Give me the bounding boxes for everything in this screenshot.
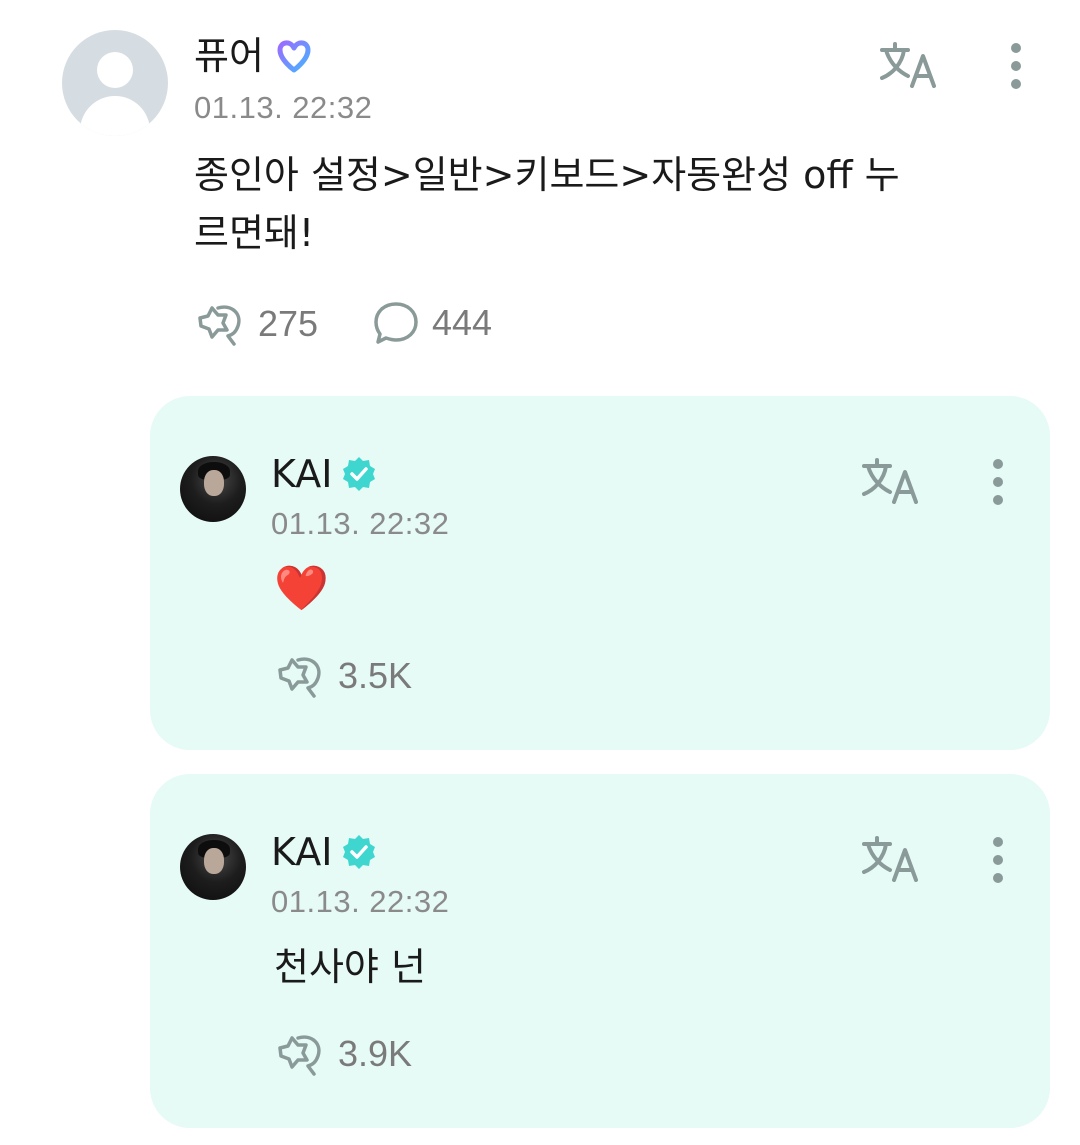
author-name-row: KAI bbox=[271, 452, 378, 496]
reply-timestamp: 01.13. 22:32 bbox=[271, 884, 450, 919]
author-name[interactable]: KAI bbox=[271, 452, 332, 496]
like-icon bbox=[278, 657, 321, 698]
like-count: 3.5K bbox=[338, 655, 413, 696]
post-timestamp: 01.13. 22:32 bbox=[194, 90, 373, 125]
comment-icon bbox=[374, 302, 418, 344]
author-name-row: 퓨어 bbox=[194, 34, 316, 78]
more-options-icon[interactable] bbox=[988, 458, 1008, 506]
like-button[interactable]: 3.5K bbox=[274, 652, 412, 700]
weverse-membership-icon bbox=[277, 40, 311, 73]
like-button[interactable]: 275 bbox=[194, 300, 318, 348]
comment-button[interactable]: 444 bbox=[372, 300, 492, 346]
reply-text: 천사야 넌 bbox=[274, 945, 426, 989]
artist-avatar[interactable] bbox=[180, 834, 246, 900]
reply-card: KAI 01.13. 22:32 ❤️ 3.5K bbox=[150, 396, 1050, 750]
like-icon bbox=[198, 305, 241, 346]
author-name[interactable]: KAI bbox=[271, 830, 332, 874]
author-name[interactable]: 퓨어 bbox=[194, 34, 264, 78]
verified-check-icon bbox=[343, 835, 376, 869]
verified-check-icon bbox=[343, 457, 376, 491]
more-options-icon[interactable] bbox=[988, 836, 1008, 884]
like-count: 275 bbox=[258, 303, 319, 344]
translate-icon[interactable] bbox=[860, 456, 922, 506]
like-button[interactable]: 3.9K bbox=[274, 1030, 412, 1078]
post-text: 종인아 설정>일반>키보드>자동완성 off 누 르면돼! bbox=[194, 153, 900, 255]
user-avatar[interactable] bbox=[62, 30, 168, 136]
reply-card: KAI 01.13. 22:32 천사야 넌 3.9K bbox=[150, 774, 1050, 1128]
like-icon bbox=[278, 1035, 321, 1076]
translate-icon[interactable] bbox=[878, 40, 940, 90]
artist-avatar[interactable] bbox=[180, 456, 246, 522]
like-count: 3.9K bbox=[338, 1033, 413, 1074]
translate-icon[interactable] bbox=[860, 834, 922, 884]
reply-timestamp: 01.13. 22:32 bbox=[271, 506, 450, 541]
author-name-row: KAI bbox=[271, 830, 378, 874]
comment-count: 444 bbox=[432, 302, 493, 343]
reply-text: ❤️ bbox=[274, 563, 329, 614]
comment-post: 퓨어 01.13. 22:32 종인아 설정>일반>키보드>자동완성 off 누 bbox=[0, 0, 1080, 380]
more-options-icon[interactable] bbox=[1006, 42, 1026, 90]
